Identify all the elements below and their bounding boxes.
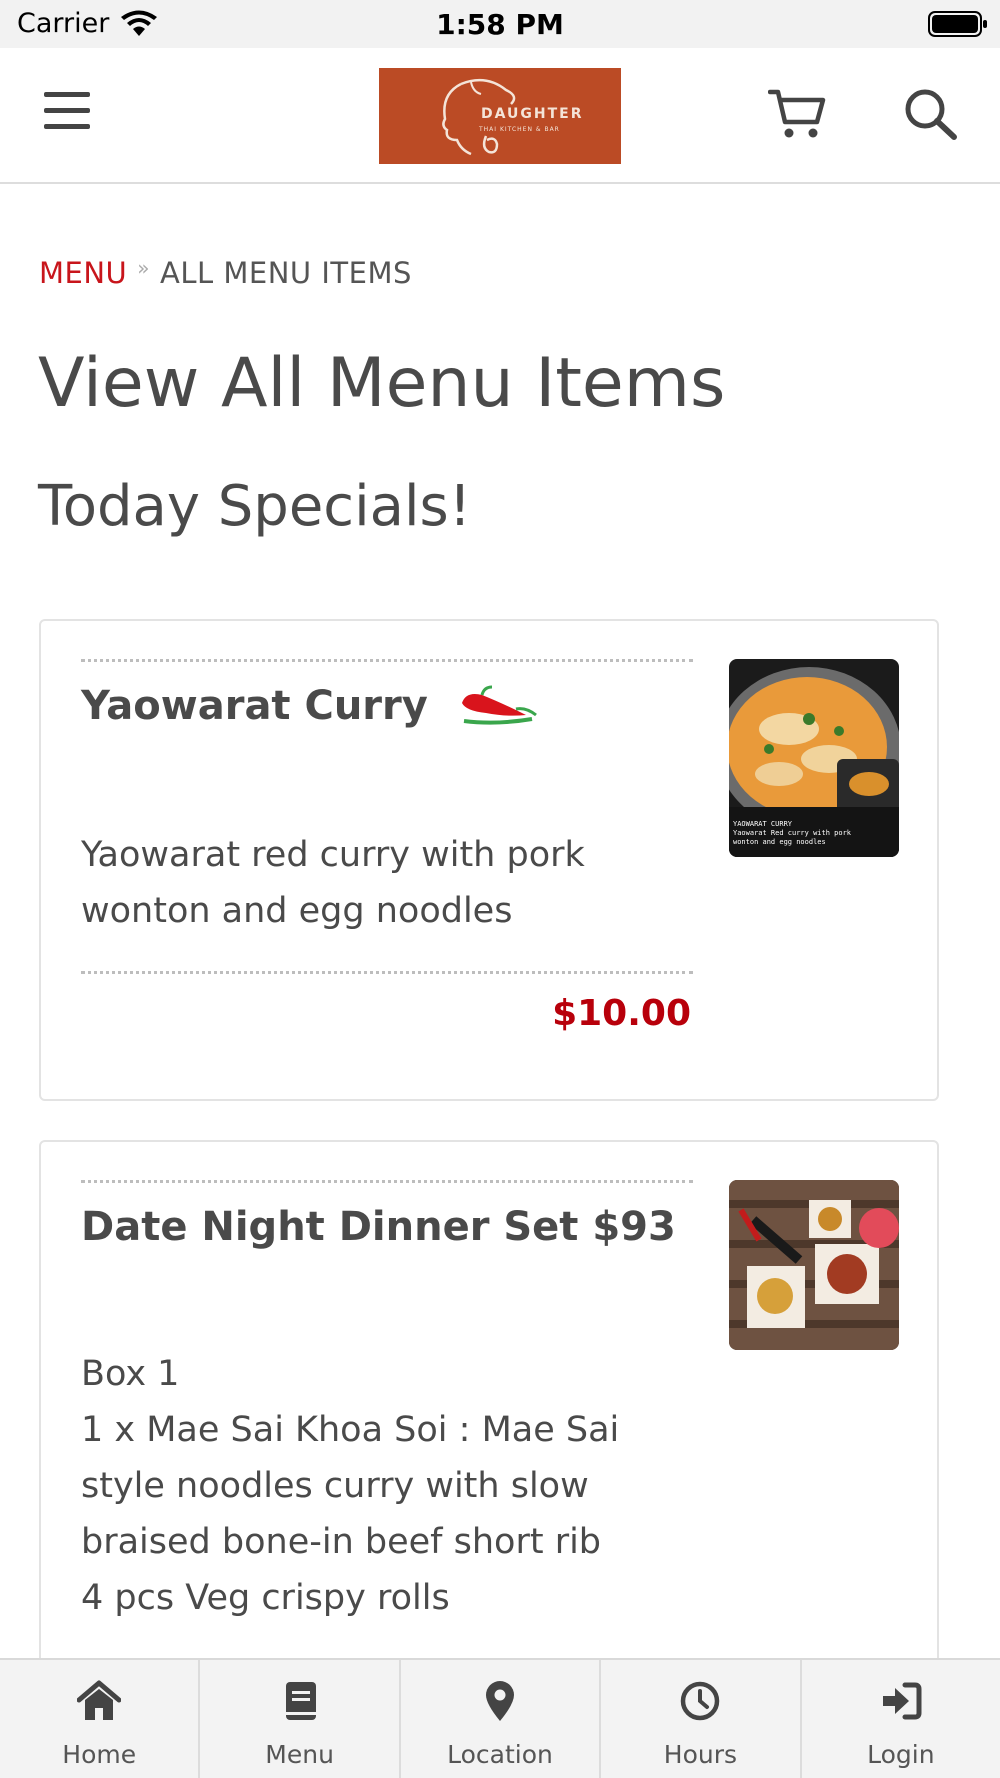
tab-label: Hours (663, 1740, 738, 1769)
hamburger-menu-icon[interactable] (44, 90, 92, 132)
breadcrumb-current: ALL MENU ITEMS (160, 256, 412, 290)
item-name[interactable]: Date Night Dinner Set $93 (81, 1204, 676, 1250)
dotted-divider (81, 1180, 693, 1183)
cart-icon[interactable] (768, 88, 826, 140)
search-icon[interactable] (904, 88, 958, 140)
tab-location[interactable]: Location (401, 1660, 602, 1778)
dinner-set-image (729, 1180, 899, 1350)
battery-icon (928, 11, 987, 37)
item-name-text: Yaowarat Curry (81, 683, 428, 729)
breadcrumb: MENU » ALL MENU ITEMS (39, 256, 412, 290)
item-name[interactable]: Yaowarat Curry (81, 683, 540, 731)
clock-icon (681, 1681, 720, 1721)
tab-label: Location (447, 1740, 553, 1769)
item-price: $10.00 (552, 993, 691, 1034)
tab-home[interactable]: Home (0, 1660, 201, 1778)
status-time: 1:58 PM (436, 8, 564, 41)
tab-label: Login (867, 1740, 935, 1769)
dotted-divider (81, 971, 693, 974)
app-header: DAUGHTER THAI KITCHEN & BAR (0, 48, 1000, 184)
book-icon (285, 1682, 316, 1720)
item-description: Yaowarat red curry with pork wonton and … (81, 835, 585, 931)
tab-label: Home (62, 1740, 137, 1769)
logo-subtitle: THAI KITCHEN & BAR (479, 126, 560, 133)
menu-item-card[interactable]: Yaowarat Curry Yaowarat red curry with p… (39, 619, 939, 1101)
item-photo[interactable]: YAOWARAT CURRY Yaowarat Red curry with p… (729, 659, 899, 857)
logo-name: DAUGHTER (481, 106, 584, 122)
tab-label: Menu (265, 1740, 334, 1769)
tab-hours[interactable]: Hours (601, 1660, 802, 1778)
dotted-divider (81, 659, 693, 662)
photo-caption: YAOWARAT CURRY Yaowarat Red curry with p… (733, 820, 852, 846)
section-title: Today Specials! (38, 474, 472, 539)
home-icon (77, 1680, 122, 1720)
status-bar: Carrier 1:58 PM (0, 0, 1000, 48)
breadcrumb-separator-icon: » (137, 256, 151, 280)
map-pin-icon (486, 1681, 515, 1721)
login-icon (882, 1682, 922, 1720)
restaurant-logo[interactable]: DAUGHTER THAI KITCHEN & BAR (379, 68, 621, 164)
page-title: View All Menu Items (38, 344, 726, 423)
chili-pepper-icon (461, 685, 537, 725)
tab-login[interactable]: Login (802, 1660, 1000, 1778)
bottom-tab-bar: Home Menu Location Hours Login (0, 1658, 1000, 1778)
item-description: Box 1 1 x Mae Sai Khoa Soi : Mae Sai sty… (81, 1354, 620, 1618)
menu-item-card[interactable]: Date Night Dinner Set $93 Box 1 1 x Mae … (39, 1140, 939, 1700)
tab-menu[interactable]: Menu (200, 1660, 401, 1778)
breadcrumb-menu-link[interactable]: MENU (39, 256, 127, 290)
item-photo[interactable] (729, 1180, 899, 1350)
